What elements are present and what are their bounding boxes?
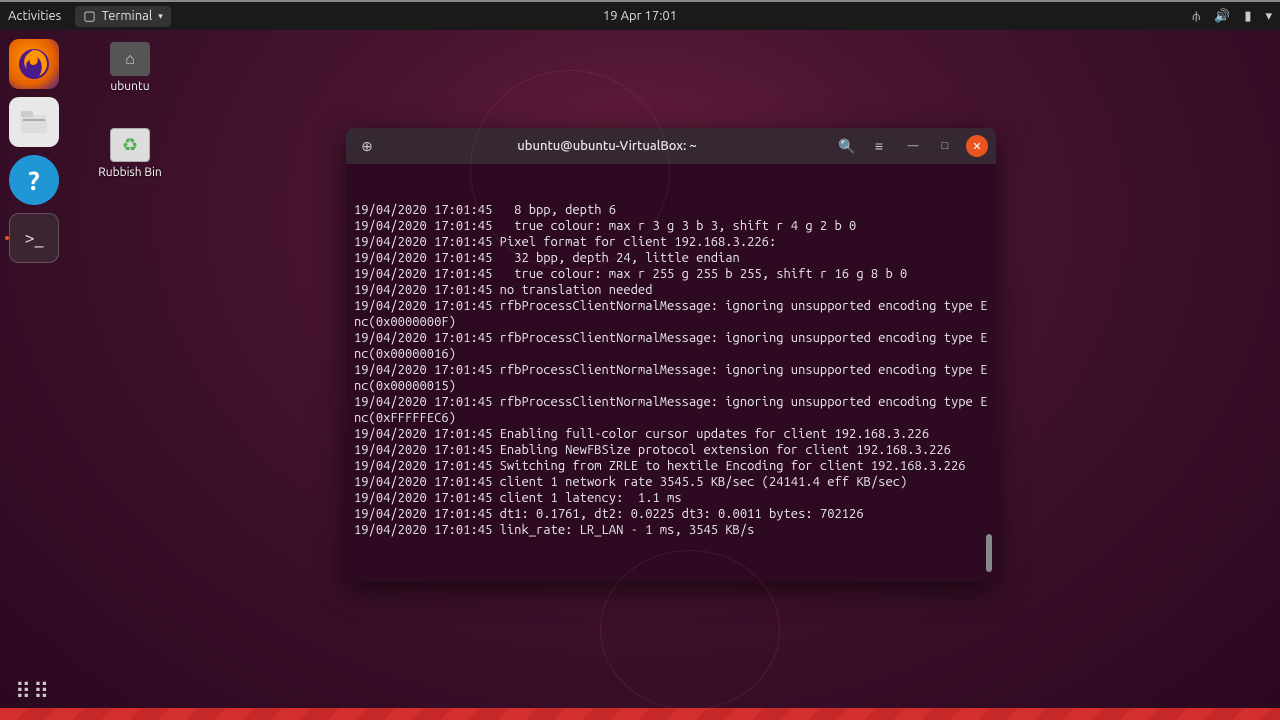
show-apps-button[interactable]: ⠿⠿ [15,679,51,705]
terminal-line: 19/04/2020 17:01:45 true colour: max r 2… [354,266,988,282]
battery-icon[interactable]: ▮ [1244,9,1251,24]
terminal-icon: >_ [25,228,44,248]
chevron-down-icon[interactable]: ▾ [1265,9,1272,24]
files-icon [19,109,49,135]
app-name-label: Terminal [102,9,153,23]
help-icon: ? [28,166,39,195]
window-title: ubuntu@ubuntu-VirtualBox: ~ [386,139,828,153]
dock: ? >_ [4,35,64,267]
terminal-window: ⊕ ubuntu@ubuntu-VirtualBox: ~ 🔍 ≡ — □ ✕ … [346,128,996,582]
terminal-line: 19/04/2020 17:01:45 32 bpp, depth 24, li… [354,250,988,266]
home-folder-label: ubuntu [110,80,149,93]
maximize-button[interactable]: □ [934,135,956,157]
clock[interactable]: 19 Apr 17:01 [603,9,677,23]
terminal-line: 19/04/2020 17:01:45 Enabling full-color … [354,426,988,442]
hamburger-icon: ≡ [875,138,883,154]
terminal-line: 19/04/2020 17:01:45 Enabling NewFBSize p… [354,442,988,458]
scrollbar-thumb[interactable] [986,534,992,572]
system-tray[interactable]: ⫛ 🔊 ▮ ▾ [1192,9,1272,24]
search-icon: 🔍 [838,138,855,155]
folder-icon: ⌂ [110,42,150,76]
help-launcher[interactable]: ? [9,155,59,205]
terminal-line: 19/04/2020 17:01:45 client 1 network rat… [354,474,988,490]
close-icon: ✕ [972,140,981,153]
terminal-line: 19/04/2020 17:01:45 link_rate: LR_LAN - … [354,522,988,538]
maximize-icon: □ [942,140,949,152]
top-bar: Activities ▢ Terminal ▾ 19 Apr 17:01 ⫛ 🔊… [0,0,1280,30]
volume-icon[interactable]: 🔊 [1214,9,1230,24]
new-tab-button[interactable]: ⊕ [354,133,380,159]
terminal-line: 19/04/2020 17:01:45 rfbProcessClientNorm… [354,394,988,426]
terminal-line: 19/04/2020 17:01:45 dt1: 0.1761, dt2: 0.… [354,506,988,522]
trash-folder-label: Rubbish Bin [98,166,161,179]
terminal-line: 19/04/2020 17:01:45 Switching from ZRLE … [354,458,988,474]
minimize-button[interactable]: — [902,135,924,157]
app-menu[interactable]: ▢ Terminal ▾ [75,6,170,27]
terminal-line: 19/04/2020 17:01:45 rfbProcessClientNorm… [354,298,988,330]
bottom-accent-bar [0,708,1280,720]
terminal-line: 19/04/2020 17:01:45 Pixel format for cli… [354,234,988,250]
home-folder[interactable]: ⌂ ubuntu [90,42,170,93]
minimize-icon: — [908,140,919,152]
terminal-output[interactable]: 19/04/2020 17:01:45 8 bpp, depth 619/04/… [346,164,996,582]
network-icon[interactable]: ⫛ [1192,9,1200,24]
trash-folder[interactable]: ♻ Rubbish Bin [90,128,170,179]
new-tab-icon: ⊕ [361,138,373,155]
terminal-small-icon: ▢ [83,9,95,24]
firefox-icon [17,47,51,81]
terminal-line: 19/04/2020 17:01:45 rfbProcessClientNorm… [354,362,988,394]
terminal-launcher[interactable]: >_ [9,213,59,263]
firefox-launcher[interactable] [9,39,59,89]
files-launcher[interactable] [9,97,59,147]
terminal-line: 19/04/2020 17:01:45 no translation neede… [354,282,988,298]
terminal-line: 19/04/2020 17:01:45 rfbProcessClientNorm… [354,330,988,362]
terminal-line: 19/04/2020 17:01:45 client 1 latency: 1.… [354,490,988,506]
trash-icon: ♻ [110,128,150,162]
terminal-titlebar[interactable]: ⊕ ubuntu@ubuntu-VirtualBox: ~ 🔍 ≡ — □ ✕ [346,128,996,164]
search-button[interactable]: 🔍 [834,133,860,159]
terminal-line: 19/04/2020 17:01:45 true colour: max r 3… [354,218,988,234]
apps-grid-icon: ⠿⠿ [15,679,51,704]
activities-button[interactable]: Activities [8,9,61,23]
chevron-down-icon: ▾ [158,11,163,22]
menu-button[interactable]: ≡ [866,133,892,159]
close-button[interactable]: ✕ [966,135,988,157]
terminal-line: 19/04/2020 17:01:45 8 bpp, depth 6 [354,202,988,218]
